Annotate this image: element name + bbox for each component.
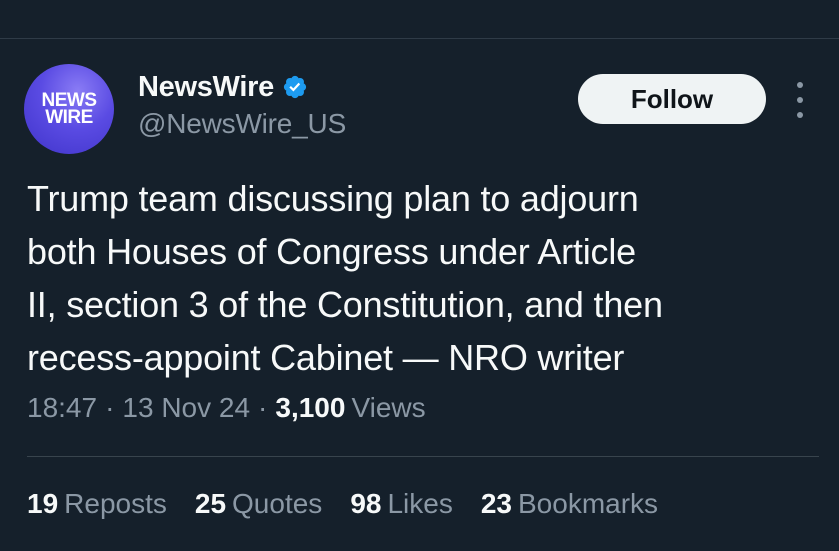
stat-count: 23 xyxy=(480,488,512,519)
verified-badge-icon[interactable] xyxy=(282,74,308,100)
more-dot xyxy=(797,82,803,88)
avatar-text-line2: WIRE xyxy=(45,107,93,128)
more-vertical-icon[interactable] xyxy=(789,82,811,118)
tweet-meta: 18:47 · 13 Nov 24 · 3,100 Views xyxy=(27,392,426,424)
stat-label: Likes xyxy=(387,488,453,519)
stat-quotes[interactable]: 25 Quotes xyxy=(195,488,322,520)
tweet-text-line: Trump team discussing plan to adjourn xyxy=(27,178,639,219)
tweet-date[interactable]: 13 Nov 24 xyxy=(122,392,250,424)
stat-count: 19 xyxy=(27,488,59,519)
author-handle[interactable]: @NewsWire_US xyxy=(138,108,346,140)
meta-separator: · xyxy=(258,392,268,423)
tweet-text-line: II, section 3 of the Constitution, and t… xyxy=(27,284,663,325)
author-name-row: NewsWire xyxy=(138,68,308,106)
stats-divider xyxy=(27,456,819,457)
stat-bookmarks[interactable]: 23 Bookmarks xyxy=(481,488,658,520)
top-divider xyxy=(0,38,839,39)
tweet-text-line: recess-appoint Cabinet — NRO writer xyxy=(27,337,625,378)
more-dot xyxy=(797,112,803,118)
avatar[interactable]: NEWS WIRE xyxy=(24,64,114,154)
meta-separator: · xyxy=(105,392,115,423)
follow-button[interactable]: Follow xyxy=(578,74,766,124)
tweet-text: Trump team discussing plan to adjourn bo… xyxy=(27,172,817,384)
tweet-text-line: both Houses of Congress under Article xyxy=(27,231,636,272)
more-dot xyxy=(797,97,803,103)
tweet-time[interactable]: 18:47 xyxy=(27,392,97,424)
stat-likes[interactable]: 98 Likes xyxy=(350,488,453,520)
stat-reposts[interactable]: 19 Reposts xyxy=(27,488,167,520)
stat-count: 25 xyxy=(194,488,227,519)
engagement-stats: 19 Reposts 25 Quotes 98 Likes 23 Bookmarks xyxy=(27,488,686,520)
stat-label: Quotes xyxy=(232,488,323,519)
views-count: 3,100 xyxy=(275,392,346,423)
stat-label: Bookmarks xyxy=(518,488,659,519)
stat-count: 98 xyxy=(350,488,382,519)
author-display-name[interactable]: NewsWire xyxy=(138,71,274,104)
stat-label: Reposts xyxy=(64,488,167,519)
views-label: Views xyxy=(351,392,426,423)
